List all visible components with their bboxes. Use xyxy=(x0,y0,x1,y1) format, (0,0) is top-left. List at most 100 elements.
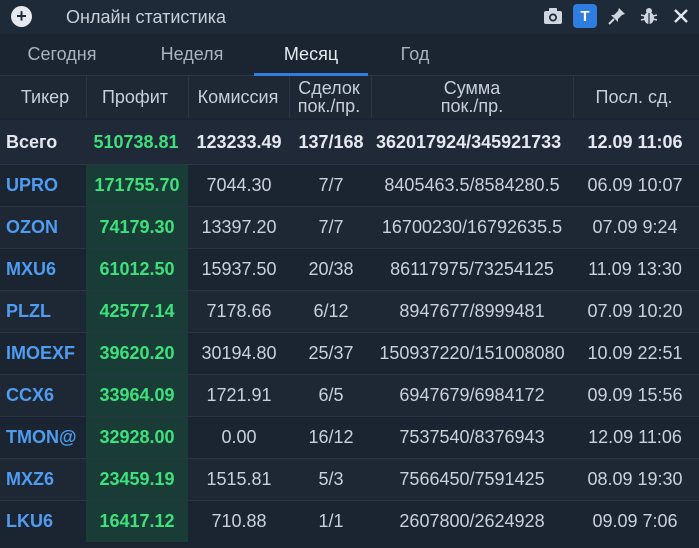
pin-icon[interactable] xyxy=(605,4,629,28)
column-header-commission[interactable]: Комиссия xyxy=(188,76,288,118)
sum-cell: 7566450/7591425 xyxy=(399,469,545,489)
ticker-cell[interactable]: MXZ6 xyxy=(6,459,86,500)
table-row[interactable]: IMOEXF 39620.20 30194.80 25/37 150937220… xyxy=(0,332,699,374)
sum-cell: 150937220/151008080 xyxy=(379,343,565,363)
camera-icon[interactable] xyxy=(541,4,565,28)
column-divider xyxy=(371,76,372,118)
deals-cell: 25/37 xyxy=(308,343,354,363)
total-label: Всего xyxy=(6,131,58,152)
column-header-profit[interactable]: Профит xyxy=(86,76,184,118)
table-row[interactable]: UPRO 171755.70 7044.30 7/7 8405463.5/858… xyxy=(0,164,699,206)
commission-cell: 1515.81 xyxy=(206,469,272,489)
deals-cell: 6/5 xyxy=(318,385,344,405)
tab-month[interactable]: Месяц xyxy=(254,34,368,76)
profit-cell: 16417.12 xyxy=(86,501,188,542)
commission-cell: 15937.50 xyxy=(201,259,277,279)
table-row[interactable]: LKU6 16417.12 710.88 1/1 2607800/2624928… xyxy=(0,500,699,542)
table-header: Тикер Профит Комиссия Сделок пок./пр. Су… xyxy=(0,76,699,118)
table-row[interactable]: OZON 74179.30 13397.20 7/7 16700230/1679… xyxy=(0,206,699,248)
last-deal-cell: 10.09 22:51 xyxy=(587,343,683,363)
t-toggle-button[interactable]: T xyxy=(573,4,597,28)
column-divider xyxy=(188,76,189,118)
period-tabs: Сегодня Неделя Месяц Год xyxy=(0,34,699,76)
last-deal-cell: 09.09 7:06 xyxy=(592,511,678,531)
ticker-cell[interactable]: IMOEXF xyxy=(6,333,86,374)
profit-cell: 74179.30 xyxy=(86,207,188,248)
commission-cell: 7044.30 xyxy=(206,175,272,195)
last-deal-cell: 12.09 11:06 xyxy=(588,427,682,447)
table-row[interactable]: PLZL 42577.14 7178.66 6/12 8947677/89994… xyxy=(0,290,699,332)
total-sum: 362017924/345921733 xyxy=(376,131,562,152)
sum-header-line1: Сумма xyxy=(443,78,501,98)
plus-circle-icon[interactable]: + xyxy=(11,6,32,27)
column-divider xyxy=(289,76,290,118)
sum-cell: 8947677/8999481 xyxy=(399,301,545,321)
title-bar: + Онлайн статистика T xyxy=(0,0,699,34)
sum-cell: 2607800/2624928 xyxy=(399,511,545,531)
ticker-cell[interactable]: MXU6 xyxy=(6,249,86,290)
column-divider xyxy=(573,76,574,118)
commission-cell: 30194.80 xyxy=(201,343,277,363)
table-row[interactable]: MXZ6 23459.19 1515.81 5/3 7566450/759142… xyxy=(0,458,699,500)
deals-cell: 1/1 xyxy=(318,511,344,531)
commission-cell: 0.00 xyxy=(221,427,257,447)
profit-cell: 42577.14 xyxy=(86,291,188,332)
column-header-deals[interactable]: Сделок пок./пр. xyxy=(290,76,368,118)
total-deals: 137/168 xyxy=(298,131,364,152)
ticker-cell[interactable]: PLZL xyxy=(6,291,86,332)
window-title: Онлайн статистика xyxy=(66,7,226,27)
sum-cell: 6947679/6984172 xyxy=(399,385,545,405)
deals-header-line1: Сделок xyxy=(298,78,360,98)
ticker-cell[interactable]: LKU6 xyxy=(6,501,86,542)
profit-cell: 23459.19 xyxy=(86,459,188,500)
column-header-sum[interactable]: Сумма пок./пр. xyxy=(372,76,572,118)
tab-week[interactable]: Неделя xyxy=(144,34,240,76)
last-deal-cell: 09.09 15:56 xyxy=(587,385,683,405)
ticker-cell[interactable]: UPRO xyxy=(6,165,86,206)
commission-cell: 13397.20 xyxy=(201,217,277,237)
profit-cell: 39620.20 xyxy=(86,333,188,374)
ticker-cell[interactable]: TMON@ xyxy=(6,417,86,458)
profit-cell: 32928.00 xyxy=(86,417,188,458)
profit-cell: 171755.70 xyxy=(86,165,188,206)
title-bar-actions: T xyxy=(541,4,693,28)
total-profit: 510738.81 xyxy=(93,131,179,152)
deals-cell: 7/7 xyxy=(318,217,344,237)
column-divider xyxy=(86,76,87,118)
close-icon[interactable] xyxy=(669,4,693,28)
total-commission: 123233.49 xyxy=(196,131,282,152)
last-deal-cell: 07.09 10:20 xyxy=(587,301,683,321)
total-row[interactable]: Всего 510738.81 123233.49 137/168 362017… xyxy=(0,120,699,164)
profit-cell: 33964.09 xyxy=(86,375,188,416)
sum-cell: 7537540/8376943 xyxy=(399,427,545,447)
column-header-last[interactable]: Посл. сд. xyxy=(574,76,694,118)
column-header-ticker[interactable]: Тикер xyxy=(6,76,84,118)
deals-cell: 7/7 xyxy=(318,175,344,195)
commission-cell: 7178.66 xyxy=(206,301,272,321)
sum-cell: 16700230/16792635.5 xyxy=(381,217,563,237)
table-row[interactable]: MXU6 61012.50 15937.50 20/38 86117975/73… xyxy=(0,248,699,290)
commission-cell: 1721.91 xyxy=(206,385,272,405)
last-deal-cell: 06.09 10:07 xyxy=(587,175,683,195)
profit-cell: 61012.50 xyxy=(86,249,188,290)
deals-cell: 16/12 xyxy=(308,427,354,447)
tab-year[interactable]: Год xyxy=(380,34,450,76)
commission-cell: 710.88 xyxy=(211,511,267,531)
deals-header-line2: пок./пр. xyxy=(297,96,361,116)
sum-header-line2: пок./пр. xyxy=(440,96,504,116)
deals-cell: 6/12 xyxy=(313,301,349,321)
last-deal-cell: 11.09 13:30 xyxy=(588,259,682,279)
ticker-cell[interactable]: OZON xyxy=(6,207,86,248)
tab-today[interactable]: Сегодня xyxy=(14,34,110,76)
deals-cell: 5/3 xyxy=(318,469,344,489)
bug-icon[interactable] xyxy=(637,4,661,28)
table-row[interactable]: TMON@ 32928.00 0.00 16/12 7537540/837694… xyxy=(0,416,699,458)
last-deal-cell: 08.09 19:30 xyxy=(587,469,683,489)
table-row[interactable]: CCX6 33964.09 1721.91 6/5 6947679/698417… xyxy=(0,374,699,416)
deals-cell: 20/38 xyxy=(308,259,354,279)
last-deal-cell: 07.09 9:24 xyxy=(592,217,678,237)
ticker-cell[interactable]: CCX6 xyxy=(6,375,86,416)
sum-cell: 86117975/73254125 xyxy=(390,259,554,279)
total-last: 12.09 11:06 xyxy=(587,131,683,152)
sum-cell: 8405463.5/8584280.5 xyxy=(384,175,560,195)
